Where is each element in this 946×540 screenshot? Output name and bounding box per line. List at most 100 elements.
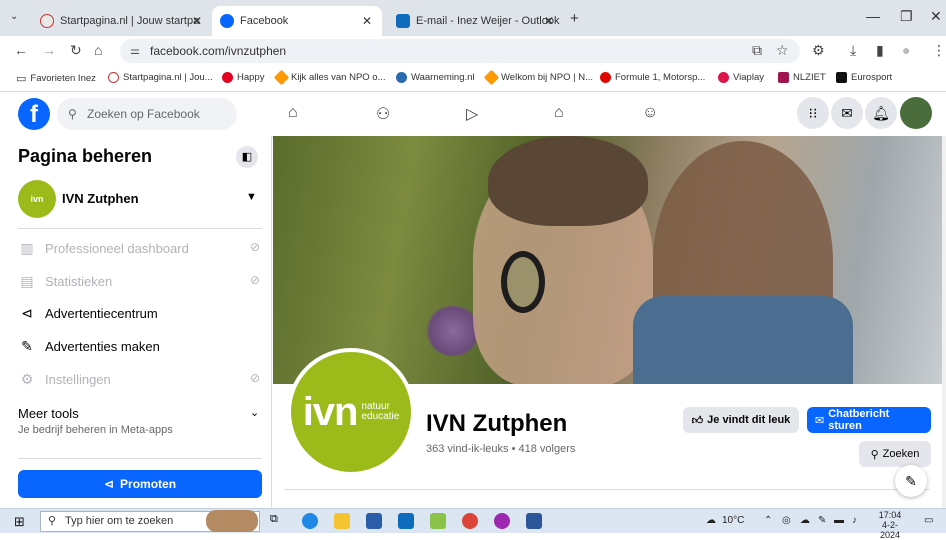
page-avatar[interactable]: ivn	[18, 180, 56, 218]
account-avatar[interactable]	[900, 97, 932, 129]
weather-icon[interactable]: ☁	[706, 515, 716, 526]
bookmark-item[interactable]: Welkom bij NPO | N...	[483, 69, 593, 86]
more-tools-title[interactable]: Meer tools	[18, 406, 79, 421]
marketplace-nav-icon[interactable]: ⌂	[554, 104, 564, 122]
close-window-icon[interactable]: ✕	[930, 8, 942, 25]
magnifying-glass-shape	[501, 251, 545, 313]
search-page-button[interactable]: ⚲ Zoeken	[859, 441, 931, 467]
chevron-down-icon[interactable]: ⌄	[250, 406, 259, 419]
friends-nav-icon[interactable]: ⚇	[376, 104, 390, 124]
scrollbar[interactable]	[942, 136, 946, 508]
bookmark-item[interactable]: Formule 1, Motorsp...	[600, 72, 705, 83]
menu-grid-icon[interactable]: ⁝⁝	[797, 97, 829, 129]
cast-icon[interactable]: ⧉	[752, 42, 762, 59]
megaphone-icon: ⊲	[21, 305, 33, 321]
facebook-search-input[interactable]: ⚲ Zoeken op Facebook	[57, 98, 237, 130]
bookmark-star-icon[interactable]: ☆	[776, 42, 789, 59]
file-explorer-icon[interactable]	[334, 513, 350, 529]
restore-icon[interactable]: ❐	[900, 8, 913, 25]
compose-message-icon[interactable]: ✎	[895, 465, 927, 497]
network-icon[interactable]: ◎	[782, 515, 791, 526]
task-view-icon[interactable]: ⧉	[270, 513, 286, 529]
messenger-icon[interactable]: ✉	[831, 97, 863, 129]
cover-photo[interactable]	[273, 136, 942, 384]
download-icon[interactable]: ⤓	[850, 42, 856, 59]
url-field[interactable]: ⚌ facebook.com/ivnzutphen	[120, 39, 800, 63]
extensions-icon[interactable]: ⚙	[812, 42, 825, 59]
minimize-icon[interactable]: —	[866, 8, 880, 24]
close-tab-icon[interactable]: ✕	[192, 14, 202, 28]
sidebar-item-statistics[interactable]: ▤ Statistieken	[18, 273, 112, 290]
like-button[interactable]: 👍︎ Je vindt dit leuk	[683, 407, 799, 433]
tab-label: E-mail - Inez Weijer - Outlook	[416, 15, 560, 27]
viaplay-icon	[718, 72, 729, 83]
bookmark-item[interactable]: Kijk alles van NPO o...	[273, 69, 386, 86]
page-profile-picture[interactable]: ivn natuur educatie	[287, 348, 415, 476]
site-info-icon[interactable]: ⚌	[130, 39, 140, 63]
sidebar-item-create-ads[interactable]: ✎ Advertenties maken	[18, 338, 160, 355]
sidebar-title: Pagina beheren	[18, 146, 153, 166]
video-nav-icon[interactable]: ▷	[466, 104, 478, 124]
page-title: IVN Zutphen	[426, 410, 568, 437]
tab-search-icon[interactable]: ⌄	[10, 11, 18, 22]
facebook-logo-icon[interactable]: f	[18, 98, 50, 130]
windows-start-icon[interactable]: ⊞	[14, 514, 25, 530]
close-tab-icon[interactable]: ✕	[362, 14, 372, 28]
chrome-icon[interactable]	[462, 513, 478, 529]
notification-center-icon[interactable]: ▭	[924, 515, 933, 526]
photos-icon[interactable]	[430, 513, 446, 529]
weather-temperature[interactable]: 10°C	[722, 515, 744, 526]
search-icon: ⚲	[68, 107, 77, 121]
tray-overflow-icon[interactable]: ⌃	[764, 515, 772, 526]
tab-facebook[interactable]: Facebook ✕	[212, 6, 382, 36]
battery-icon[interactable]: ▬	[834, 515, 844, 526]
bookmark-item[interactable]: Startpagina.nl | Jou...	[108, 72, 213, 83]
cloud-icon[interactable]: ☁	[800, 515, 810, 526]
page-switcher-name[interactable]: IVN Zutphen	[62, 191, 139, 206]
tab-outlook[interactable]: E-mail - Inez Weijer - Outlook ✕	[388, 6, 560, 36]
caret-down-icon[interactable]: ▼	[246, 191, 257, 203]
clock[interactable]: 17:04 4-2-2024	[872, 510, 908, 540]
sidebar-item-ad-center[interactable]: ⊲ Advertentiecentrum	[18, 305, 158, 322]
word-icon[interactable]	[526, 513, 542, 529]
sidepanel-icon[interactable]: ▮	[876, 42, 884, 59]
windows-taskbar: ⊞ ⚲ Typ hier om te zoeken ⧉ ☁ 10°C ⌃ ◎ ☁…	[0, 508, 946, 540]
bookmark-item[interactable]: Waarneming.nl	[396, 72, 475, 83]
speaker-icon[interactable]: ♪	[852, 515, 857, 526]
bookmark-item[interactable]: Happy	[222, 72, 264, 83]
bookmark-item[interactable]: NLZIET	[778, 72, 826, 83]
home-nav-icon[interactable]: ⌂	[288, 104, 298, 122]
manage-page-sidebar: Pagina beheren ◧ ivn IVN Zutphen ▼ ▥ Prof…	[0, 136, 272, 508]
bookmark-folder[interactable]: ▭ Favorieten Inez	[16, 72, 96, 85]
reload-icon[interactable]: ↻	[70, 42, 82, 59]
facebook-header: f ⚲ Zoeken op Facebook ⌂ ⚇ ▷ ⌂ ☺ ⁝⁝ ✉ 🔔︎	[0, 92, 946, 136]
search-icon: ⚲	[48, 515, 57, 527]
outlook-icon[interactable]	[398, 513, 414, 529]
bookmark-item[interactable]: Viaplay	[718, 72, 764, 83]
promote-button[interactable]: ⊲ Promoten	[18, 470, 262, 498]
edge-icon[interactable]	[302, 513, 318, 529]
send-message-button[interactable]: ✉ Chatbericht sturen	[807, 407, 931, 433]
toggle-sidebar-icon[interactable]: ◧	[236, 146, 258, 168]
forward-icon[interactable]: →	[42, 42, 56, 58]
app-icon[interactable]	[494, 513, 510, 529]
new-tab-button[interactable]: +	[570, 10, 579, 27]
sidebar-item-professional-dashboard[interactable]: ▥ Professioneel dashboard	[18, 240, 188, 257]
gaming-nav-icon[interactable]: ☺	[642, 104, 658, 122]
menu-icon[interactable]: ⋮	[932, 42, 946, 59]
megaphone-icon: ⊲	[103, 477, 115, 491]
store-icon[interactable]	[366, 513, 382, 529]
profile-icon[interactable]: ●	[902, 42, 910, 58]
back-icon[interactable]: ←	[14, 42, 28, 58]
tab-startpagina[interactable]: Startpagina.nl | Jouw startpagi ✕	[32, 6, 212, 36]
close-tab-icon[interactable]: ✕	[544, 14, 554, 28]
logo-subtitle: natuur educatie	[361, 401, 400, 422]
bookmark-item[interactable]: Eurosport	[836, 72, 892, 83]
divider	[284, 489, 930, 490]
home-icon[interactable]: ⌂	[94, 42, 102, 58]
folder-icon: ▭	[16, 73, 27, 85]
startpagina-icon	[108, 72, 119, 83]
pen-icon[interactable]: ✎	[818, 515, 826, 526]
notifications-bell-icon[interactable]: 🔔︎	[865, 97, 897, 129]
sidebar-item-settings[interactable]: ⚙ Instellingen	[18, 371, 111, 388]
